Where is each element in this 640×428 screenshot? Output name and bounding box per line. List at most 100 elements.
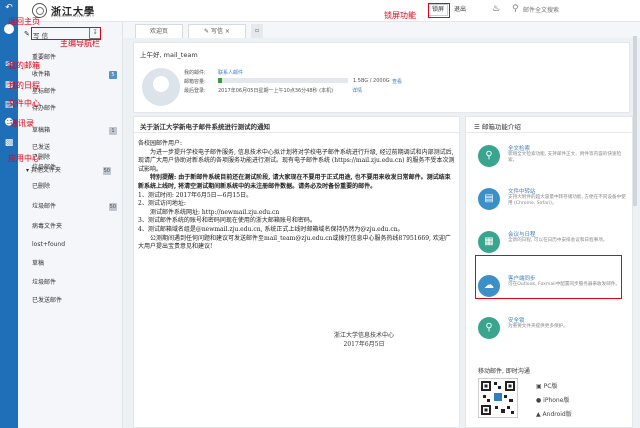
notice-panel: 关于浙江大学新电子邮件系统进行测试的通知 各校园邮件用户: 为进一步提升学校电子… [133, 116, 460, 428]
platform-android[interactable]: ▲ Android版 [536, 409, 572, 418]
notice-item: 1、测试时间: 2017年6月5日—6月15日。 [138, 191, 253, 199]
feature-item-title: 安全锁 [508, 318, 525, 324]
storage-fill [218, 78, 222, 83]
tab-welcome[interactable]: 欢迎页 [135, 24, 183, 38]
nav-item-starred[interactable]: 星标邮件 [32, 87, 117, 97]
qr-code-graphic [481, 381, 515, 415]
lock-highlight [428, 3, 450, 18]
folder-item[interactable]: lost+found [32, 240, 65, 250]
feature-title-text: 邮箱功能介绍 [481, 123, 521, 131]
lock-icon: ⚲ [478, 317, 500, 339]
nav-item-sent[interactable]: 已发送 [32, 143, 117, 153]
feature-item[interactable]: ⚲ 安全锁 为重要文件夹提供更多保护。 [476, 309, 631, 351]
space-link[interactable]: 查看 [392, 78, 402, 85]
last-login-label: 最后登录: [184, 88, 206, 94]
greeting-text: 上午好, mail_team [140, 51, 198, 59]
nav-item-deleted[interactable]: 已删除 [32, 153, 117, 163]
avatar [142, 68, 180, 106]
annotation-compose: 主编导航栏 [60, 39, 100, 48]
feature-item[interactable]: ⚲ 全文检索 新增全文检索功能, 支持邮件正文、附件等内容的快速检索。 [476, 137, 631, 179]
feature-item-title: 全文检索 [508, 146, 531, 152]
platform-iphone[interactable]: ● iPhone版 [536, 395, 569, 404]
nav-label: 收件箱 [32, 71, 51, 78]
notice-item: 2、测试访问地址: [138, 200, 186, 208]
seal-icon [32, 3, 47, 18]
signature-date: 2017年6月5日 [343, 341, 385, 348]
platform-label: PC版 [543, 383, 558, 390]
folder-item[interactable]: 已发送邮件 [32, 296, 62, 306]
nav-label: 垃圾邮件 [32, 203, 57, 210]
qr-code [478, 378, 518, 418]
divider [466, 132, 632, 133]
unread-badge: 5 [109, 71, 117, 79]
folder-icon: ▤ [478, 188, 500, 210]
annotation-back: 返回主页 [8, 17, 40, 26]
rank-value[interactable]: 联系人邮件 [218, 69, 243, 76]
search-input[interactable] [523, 5, 619, 16]
search-icon: ⚲ [478, 145, 500, 167]
close-icon[interactable]: × [223, 28, 230, 35]
draft-badge: 1 [109, 127, 117, 135]
folder-item[interactable]: 垃圾邮件 50 [32, 202, 117, 212]
divider [134, 132, 459, 133]
annotation-apps: 应用中心 [8, 154, 40, 163]
feature-item[interactable]: ▤ 文件中转站 支持大附件的超大容量中转存储功能, 方便在不同设备中使用 (Ch… [476, 180, 631, 222]
compose-highlight [31, 27, 101, 40]
bell-icon[interactable]: ♨ [492, 4, 500, 14]
nav-item-drafts[interactable]: 草稿箱 1 [32, 126, 117, 136]
annotation-contacts: 通讯录 [10, 119, 34, 128]
annotation-inbox: 我的邮箱 [8, 61, 40, 70]
feature-item-desc: 支持大附件的超大容量中转存储功能, 方便在不同设备中使用 (Chrome, Sa… [508, 195, 626, 206]
notice-paragraph: 公测期间遇到任何问题和建议可发送邮件至mail_team@zju.edu.cn或… [138, 234, 451, 251]
nav-item-inbox[interactable]: 收件箱 5 [32, 70, 117, 80]
back-icon[interactable]: ↶ [3, 3, 15, 13]
feature-item-desc: 新增全文检索功能, 支持邮件正文、附件等内容的快速检索。 [508, 152, 622, 163]
nav-other-folders[interactable]: ▾ 其他文件夹 50 [26, 166, 111, 176]
folder-item[interactable]: 垃圾邮件 [32, 278, 56, 288]
mobile-title: 移动邮件, 即时沟通 [478, 368, 530, 375]
feature-item-desc: 全新的日程, 可以在日历中安排会议和日程事项。 [508, 238, 608, 243]
scrollbar[interactable] [633, 36, 637, 206]
feature-item-desc: 为重要文件夹提供更多保护。 [508, 324, 568, 329]
platform-pc[interactable]: ▣ PC版 [536, 381, 557, 390]
logo-subtext: ZHEJIANG UNIVERSITY [51, 14, 95, 18]
last-login-link[interactable]: 详情 [352, 87, 362, 94]
tab-compose[interactable]: ✎ 写信 × [188, 24, 246, 38]
logout-button[interactable]: 退出 [450, 4, 470, 16]
feature-item-title: 文件中转站 [508, 189, 536, 195]
space-value: 1.5BG / 2000G [353, 78, 390, 84]
platform-label: Android版 [542, 411, 572, 418]
folder-item[interactable]: 病毒文件夹 [32, 222, 62, 232]
zju-logo: 浙江大學 ZHEJIANG UNIVERSITY [32, 3, 132, 19]
notice-paragraph: 为进一步提升学校电子邮件服务, 信息技术中心拟计划将对学校电子邮件系统进行升级,… [138, 148, 455, 173]
notice-body: 各校园邮件用户: 为进一步提升学校电子邮件服务, 信息技术中心拟计划将对学校电子… [138, 140, 456, 252]
feature-title: ☰ 邮箱功能介绍 [474, 121, 521, 131]
tab-label: 写信 [210, 28, 223, 35]
welcome-card: 上午好, mail_team 我的邮件: 联系人邮件 邮箱容量: 1.5BG /… [133, 42, 630, 113]
notice-warning: 特别提醒: 由于新邮件系统目前还在测试阶段, 请大家现在不要用于正式用途, 也不… [138, 174, 451, 190]
other-count-badge: 50 [102, 167, 111, 175]
nav-item-important[interactable]: 重要邮件 [32, 53, 117, 63]
calendar-icon: ▦ [478, 231, 500, 253]
last-login-value: 2017年06月05日星期一上午10点36分48秒 (本机) [218, 88, 334, 94]
folder-item[interactable]: 草稿 [32, 259, 44, 269]
signature-org: 浙江大学信息技术中心 [333, 332, 394, 339]
annotation-calendar: 我的日程 [8, 81, 40, 90]
list-icon: ☰ [474, 123, 482, 131]
nav-label: 其他文件夹 [30, 167, 61, 174]
search-icon: ⚲ [512, 4, 519, 14]
folder-item[interactable]: 已删除 [32, 182, 50, 192]
notice-title: 关于浙江大学新电子邮件系统进行测试的通知 [140, 123, 270, 131]
windows-icon: ▣ [536, 383, 544, 390]
top-bar: 浙江大學 ZHEJIANG UNIVERSITY 锁屏 退出 ♨ ⚲ [18, 0, 640, 22]
search-box[interactable]: ⚲ [506, 4, 626, 17]
rank-label: 我的邮件: [184, 70, 206, 76]
nav-label: 草稿箱 [32, 127, 51, 134]
annotation-lock: 锁屏功能 [384, 11, 416, 20]
tab-more-icon[interactable]: ▫ [251, 24, 263, 38]
folder-count-badge: 50 [108, 203, 117, 211]
nav-item-todo[interactable]: 待办邮件 [32, 104, 117, 114]
apps-icon[interactable]: ▩ [3, 138, 15, 148]
notice-salutation: 各校园邮件用户: [138, 140, 183, 147]
pen-icon: ✎ [204, 28, 211, 35]
